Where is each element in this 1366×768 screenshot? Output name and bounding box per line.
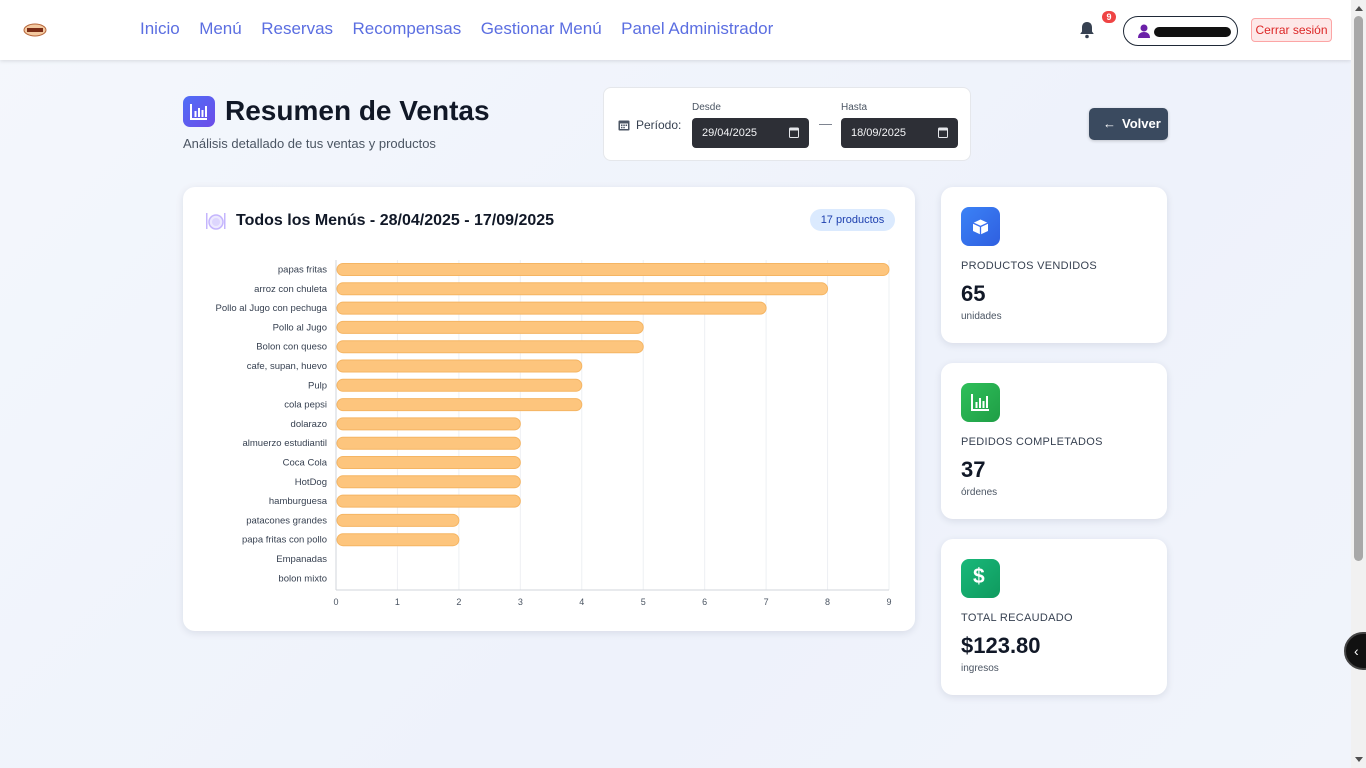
date-from-value: 29/04/2025 (702, 127, 758, 139)
bar (336, 533, 460, 547)
category-label: arroz con chuleta (254, 284, 328, 295)
from-caption: Desde (692, 102, 721, 113)
x-tick-label: 3 (518, 597, 523, 607)
x-tick-label: 4 (579, 597, 584, 607)
box-icon (961, 207, 1000, 246)
bar (336, 417, 521, 431)
category-label: HotDog (295, 477, 327, 488)
chart-icon (961, 383, 1000, 422)
stat-label: PEDIDOS COMPLETADOS (961, 436, 1103, 448)
nav-gestionar-menu[interactable]: Gestionar Menú (481, 19, 602, 39)
range-separator: — (819, 116, 832, 131)
category-label: Coca Cola (283, 458, 328, 469)
bar (336, 263, 890, 276)
period-label: Período: (636, 118, 682, 132)
category-label: cola pepsi (284, 400, 327, 411)
stat-value: 37 (961, 457, 986, 482)
calendar-icon (618, 120, 630, 131)
user-icon (1138, 24, 1150, 38)
nav-menu[interactable]: Menú (199, 19, 242, 39)
bar (336, 340, 644, 354)
category-label: almuerzo estudiantil (243, 438, 328, 449)
date-to-input[interactable]: 18/09/2025 (841, 118, 958, 148)
stat-unit: unidades (961, 311, 1002, 322)
bar (336, 398, 583, 412)
category-label: Bolon con queso (256, 342, 327, 353)
calendar-icon[interactable] (938, 127, 948, 138)
x-tick-label: 2 (456, 597, 461, 607)
side-drawer-toggle[interactable]: ‹ (1344, 632, 1366, 670)
horizontal-bar-chart: 0 1 2 3 4 5 6 7 8 9 papas fritas arroz con chuleta P… (216, 260, 892, 607)
category-label: papas fritas (278, 265, 327, 276)
top-navbar: Inicio Menú Reservas Recompensas Gestion… (0, 0, 1351, 60)
arrow-left-icon: ← (1103, 116, 1116, 131)
stat-card-revenue: $ TOTAL RECAUDADO $123.80 ingresos (941, 539, 1167, 695)
back-button[interactable]: ← Volver (1089, 108, 1168, 140)
bar (336, 359, 583, 373)
stat-label: PRODUCTOS VENDIDOS (961, 260, 1097, 272)
page-subtitle: Análisis detallado de tus ventas y produ… (183, 136, 436, 151)
category-label: hamburguesa (269, 496, 328, 507)
bar (336, 282, 829, 296)
category-label: Pollo al Jugo (273, 322, 327, 333)
bar (336, 378, 583, 392)
category-label: Empanadas (276, 554, 327, 565)
x-tick-label: 5 (641, 597, 646, 607)
chevron-left-icon: ‹ (1354, 643, 1359, 659)
x-tick-label: 0 (333, 597, 338, 607)
bar (336, 494, 521, 508)
scroll-thumb[interactable] (1354, 16, 1363, 561)
main-nav: Inicio Menú Reservas Recompensas Gestion… (140, 19, 773, 39)
nav-reservas[interactable]: Reservas (261, 19, 333, 39)
bar (336, 436, 521, 450)
nav-inicio[interactable]: Inicio (140, 19, 180, 39)
scroll-down-arrow-icon[interactable] (1355, 757, 1363, 762)
category-label: papa fritas con pollo (242, 535, 327, 546)
stat-value: 65 (961, 281, 986, 306)
x-tick-label: 1 (395, 597, 400, 607)
category-label: dolarazo (291, 419, 327, 430)
date-from-input[interactable]: 29/04/2025 (692, 118, 809, 148)
nav-panel-administrador[interactable]: Panel Administrador (621, 19, 773, 39)
dollar-icon: $ (961, 559, 1000, 598)
period-filter: Período: Desde 29/04/2025 — Hasta 18/09/… (603, 87, 971, 161)
back-label: Volver (1122, 116, 1161, 131)
category-label: Pollo al Jugo con pechuga (216, 303, 328, 314)
stat-unit: órdenes (961, 487, 998, 498)
calendar-icon[interactable] (789, 127, 799, 138)
scroll-up-arrow-icon[interactable] (1355, 6, 1363, 11)
date-to-value: 18/09/2025 (851, 127, 907, 139)
x-tick-label: 7 (764, 597, 769, 607)
bar-chart-icon (183, 96, 215, 127)
redacted-username (1154, 27, 1231, 37)
x-tick-label: 9 (886, 597, 891, 607)
notification-badge: 9 (1102, 11, 1116, 23)
page-title: Resumen de Ventas (225, 95, 490, 126)
stat-unit: ingresos (961, 663, 999, 674)
bar (336, 320, 644, 334)
stat-card-products: PRODUCTOS VENDIDOS 65 unidades (941, 187, 1167, 343)
stat-value: $123.80 (961, 633, 1041, 658)
bar (336, 475, 521, 489)
logo[interactable] (22, 21, 48, 39)
category-label: bolon mixto (278, 573, 327, 584)
bar (336, 456, 521, 469)
stat-label: TOTAL RECAUDADO (961, 612, 1073, 624)
x-tick-label: 8 (825, 597, 830, 607)
to-caption: Hasta (841, 102, 868, 113)
logout-button[interactable]: Cerrar sesión (1251, 18, 1332, 42)
bell-icon[interactable] (1079, 21, 1095, 39)
user-menu-button[interactable] (1123, 16, 1238, 46)
x-tick-label: 6 (702, 597, 707, 607)
stat-card-orders: PEDIDOS COMPLETADOS 37 órdenes (941, 363, 1167, 519)
sales-chart-card: Todos los Menús - 28/04/2025 - 17/09/202… (183, 187, 915, 631)
category-label: cafe, supan, huevo (247, 361, 327, 372)
bar (336, 301, 767, 315)
category-label: patacones grandes (246, 515, 327, 526)
nav-recompensas[interactable]: Recompensas (353, 19, 462, 39)
bar (336, 513, 460, 527)
category-label: Pulp (308, 380, 327, 391)
